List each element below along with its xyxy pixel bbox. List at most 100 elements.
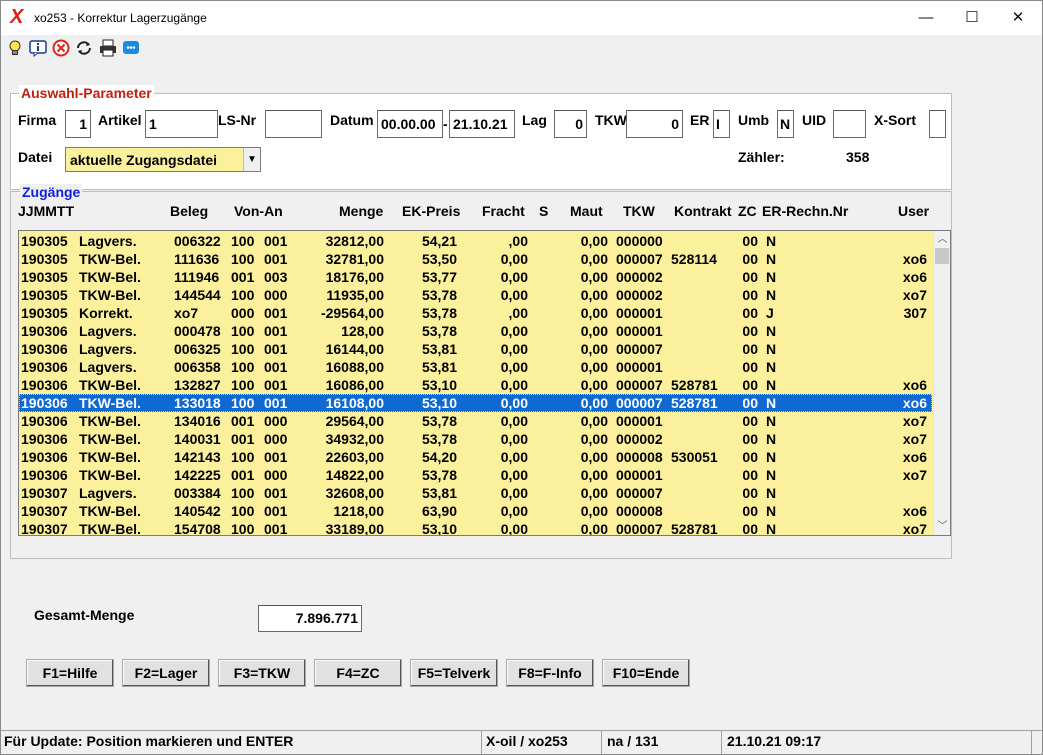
cell-fracht: ,00 [508,233,528,249]
close-button[interactable]: ✕ [995,1,1041,35]
cell-an: 001 [264,503,288,519]
cell-von: 100 [231,377,255,393]
cell-type: TKW-Bel. [79,287,141,303]
col-header-date: JJMMTT [18,203,74,219]
info-icon[interactable] [29,39,47,57]
cell-zc: 00 [742,413,758,429]
f4-zc-button[interactable]: F4=ZC [314,659,402,687]
cell-type: TKW-Bel. [79,449,141,465]
cell-er: N [766,503,777,519]
col-header-er: ER-Rechn.Nr [762,203,849,219]
cell-er: N [766,359,777,375]
datum-from-field[interactable]: 00.00.00 [377,110,443,138]
cell-zc: 00 [742,359,758,375]
cell-tkw: 000002 [616,269,663,285]
table-row[interactable]: 190306 TKW-Bel. 132827 100 001 16086,00 53,10 0… [19,376,932,394]
table-row[interactable]: 190305 Lagvers. 006322 100 001 32812,00 54,21,… [19,232,932,250]
table-row[interactable]: 190306 TKW-Bel. 142225 001 000 14822,00 53,78 0… [19,466,932,484]
f10-ende-button[interactable]: F10=Ende [602,659,690,687]
table-row[interactable]: 190306 TKW-Bel. 140031 001 000 34932,00 53,78 0… [19,430,932,448]
cell-menge: 16086,00 [325,377,384,393]
stop-icon[interactable] [52,39,70,57]
cell-fracht: 0,00 [500,449,528,465]
zugaenge-list[interactable]: 190305 Lagvers. 006322 100 001 32812,00 54,21,… [18,230,951,536]
table-row[interactable]: 190305 Korrekt. xo7 000 001 -29564,00 53,78,00… [19,304,932,322]
table-row[interactable]: 190307 TKW-Bel. 140542 100 001 1218,00 63,90 0,… [19,502,932,520]
col-header-tkw: TKW [623,203,655,219]
cell-zc: 00 [742,323,758,339]
cell-date: 190306 [21,413,68,429]
col-header-fracht: Fracht [482,203,525,219]
zaehler-value: 358 [846,149,870,165]
f5-telverk-button[interactable]: F5=Telverk [410,659,498,687]
table-row[interactable]: 190306 TKW-Bel. 133018 100 001 16108,00 53,10 0… [19,394,932,412]
cell-zc: 00 [742,233,758,249]
cell-menge: 14822,00 [325,467,384,483]
cell-maut: 0,00 [580,251,608,267]
cell-type: TKW-Bel. [79,503,141,519]
f8-finfo-button[interactable]: F8=F-Info [506,659,594,687]
f1-help-button[interactable]: F1=Hilfe [26,659,114,687]
lsnr-field[interactable] [265,110,322,138]
scroll-down-icon[interactable]: ﹀ [935,519,950,534]
refresh-icon[interactable] [75,39,93,57]
scroll-up-icon[interactable]: ︿ [935,232,950,247]
cell-ek: 54,20 [421,449,457,465]
chevron-down-icon[interactable]: ▼ [243,148,260,171]
datum-to-field[interactable]: 21.10.21 [449,110,515,138]
lag-field[interactable]: 0 [554,110,587,138]
table-row[interactable]: 190307 Lagvers. 003384 100 001 32608,00 53,81 0… [19,484,932,502]
artikel-field[interactable]: 1 [145,110,218,138]
cell-beleg: xo7 [174,305,199,321]
print-icon[interactable] [99,39,117,57]
table-row[interactable]: 190306 Lagvers. 006358 100 001 16088,00 53,81 0… [19,358,932,376]
cell-ek: 53,81 [421,485,457,501]
cell-maut: 0,00 [580,431,608,447]
cell-date: 190306 [21,467,68,483]
table-row[interactable]: 190305 TKW-Bel. 144544 100 000 11935,00 53,78 0… [19,286,932,304]
uid-field[interactable] [833,110,866,138]
cell-user: xo7 [902,431,927,447]
tkw-field[interactable]: 0 [626,110,683,138]
cell-beleg: 142143 [174,449,221,465]
f2-lager-button[interactable]: F2=Lager [122,659,210,687]
xsort-field[interactable] [929,110,946,138]
table-row[interactable]: 190306 Lagvers. 006325 100 001 16144,00 53,81 0… [19,340,932,358]
table-row[interactable]: 190305 TKW-Bel. 111636 100 001 32781,00 53,50 0… [19,250,932,268]
cell-ek: 53,50 [421,251,457,267]
cell-user: xo7 [902,467,927,483]
cell-type: Lagvers. [79,233,137,249]
cell-ek: 53,78 [421,467,457,483]
er-field[interactable]: I [713,110,730,138]
datei-select[interactable]: aktuelle Zugangsdatei ▼ [65,147,261,172]
table-row[interactable]: 190306 TKW-Bel. 142143 100 001 22603,00 54,20 0… [19,448,932,466]
col-header-maut: Maut [570,203,603,219]
cell-ek: 53,81 [421,341,457,357]
cell-date: 190306 [21,341,68,357]
col-header-menge: Menge [339,203,384,219]
cell-zc: 00 [742,467,758,483]
minimize-button[interactable]: — [903,1,949,35]
table-row[interactable]: 190305 TKW-Bel. 111946 001 003 18176,00 53,77 0… [19,268,932,286]
table-row[interactable]: 190306 TKW-Bel. 134016 001 000 29564,00 53,78 0… [19,412,932,430]
cell-an: 001 [264,521,288,536]
chat-icon[interactable] [122,39,140,57]
maximize-button[interactable]: ☐ [949,1,995,35]
cell-menge: -29564,00 [320,305,384,321]
zugaenge-legend: Zugänge [20,184,83,200]
bulb-icon[interactable] [6,39,24,57]
status-divider [601,730,602,754]
table-row[interactable]: 190306 Lagvers. 000478 100 001 128,00 53,78 0,0… [19,322,932,340]
f3-tkw-button[interactable]: F3=TKW [218,659,306,687]
cell-kontrakt: 530051 [671,449,718,465]
cell-menge: 32781,00 [325,251,384,267]
table-row[interactable]: 190307 TKW-Bel. 154708 100 001 33189,00 53,10 0… [19,520,932,536]
cell-tkw: 000008 [616,449,663,465]
firma-field[interactable]: 1 [65,110,91,138]
zaehler-label: Zähler: [738,149,785,165]
umb-field[interactable]: N [777,110,794,138]
artikel-label: Artikel [98,112,142,128]
list-scrollbar[interactable]: ︿ ﹀ [933,231,950,535]
cell-ek: 63,90 [421,503,457,519]
scroll-thumb[interactable] [935,248,949,264]
